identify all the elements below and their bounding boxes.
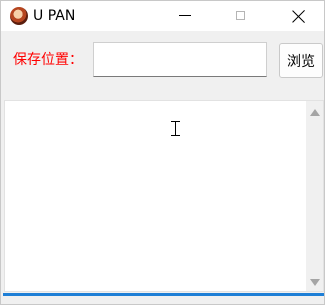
vertical-scrollbar[interactable] [306,101,323,291]
scroll-up-arrow-icon[interactable] [310,109,320,116]
progress-bar [3,293,324,296]
minimize-button[interactable] [162,1,208,31]
scroll-down-arrow-icon[interactable] [310,279,320,286]
minimize-icon [179,15,191,16]
maximize-button[interactable] [218,1,264,31]
text-cursor-icon [171,121,180,136]
app-avatar-icon [10,7,28,25]
save-location-label: 保存位置： [13,52,83,68]
progress-fill [3,293,324,296]
maximize-icon [236,11,245,20]
log-textarea[interactable] [4,100,324,292]
window-title: U PAN [33,8,76,24]
browse-button[interactable]: 浏览 [279,43,323,78]
close-icon [292,9,306,23]
close-button[interactable] [275,1,321,31]
title-bar[interactable]: U PAN [1,1,324,31]
app-window: U PAN 保存位置： 浏览 [0,0,325,305]
save-path-input[interactable] [93,42,267,77]
